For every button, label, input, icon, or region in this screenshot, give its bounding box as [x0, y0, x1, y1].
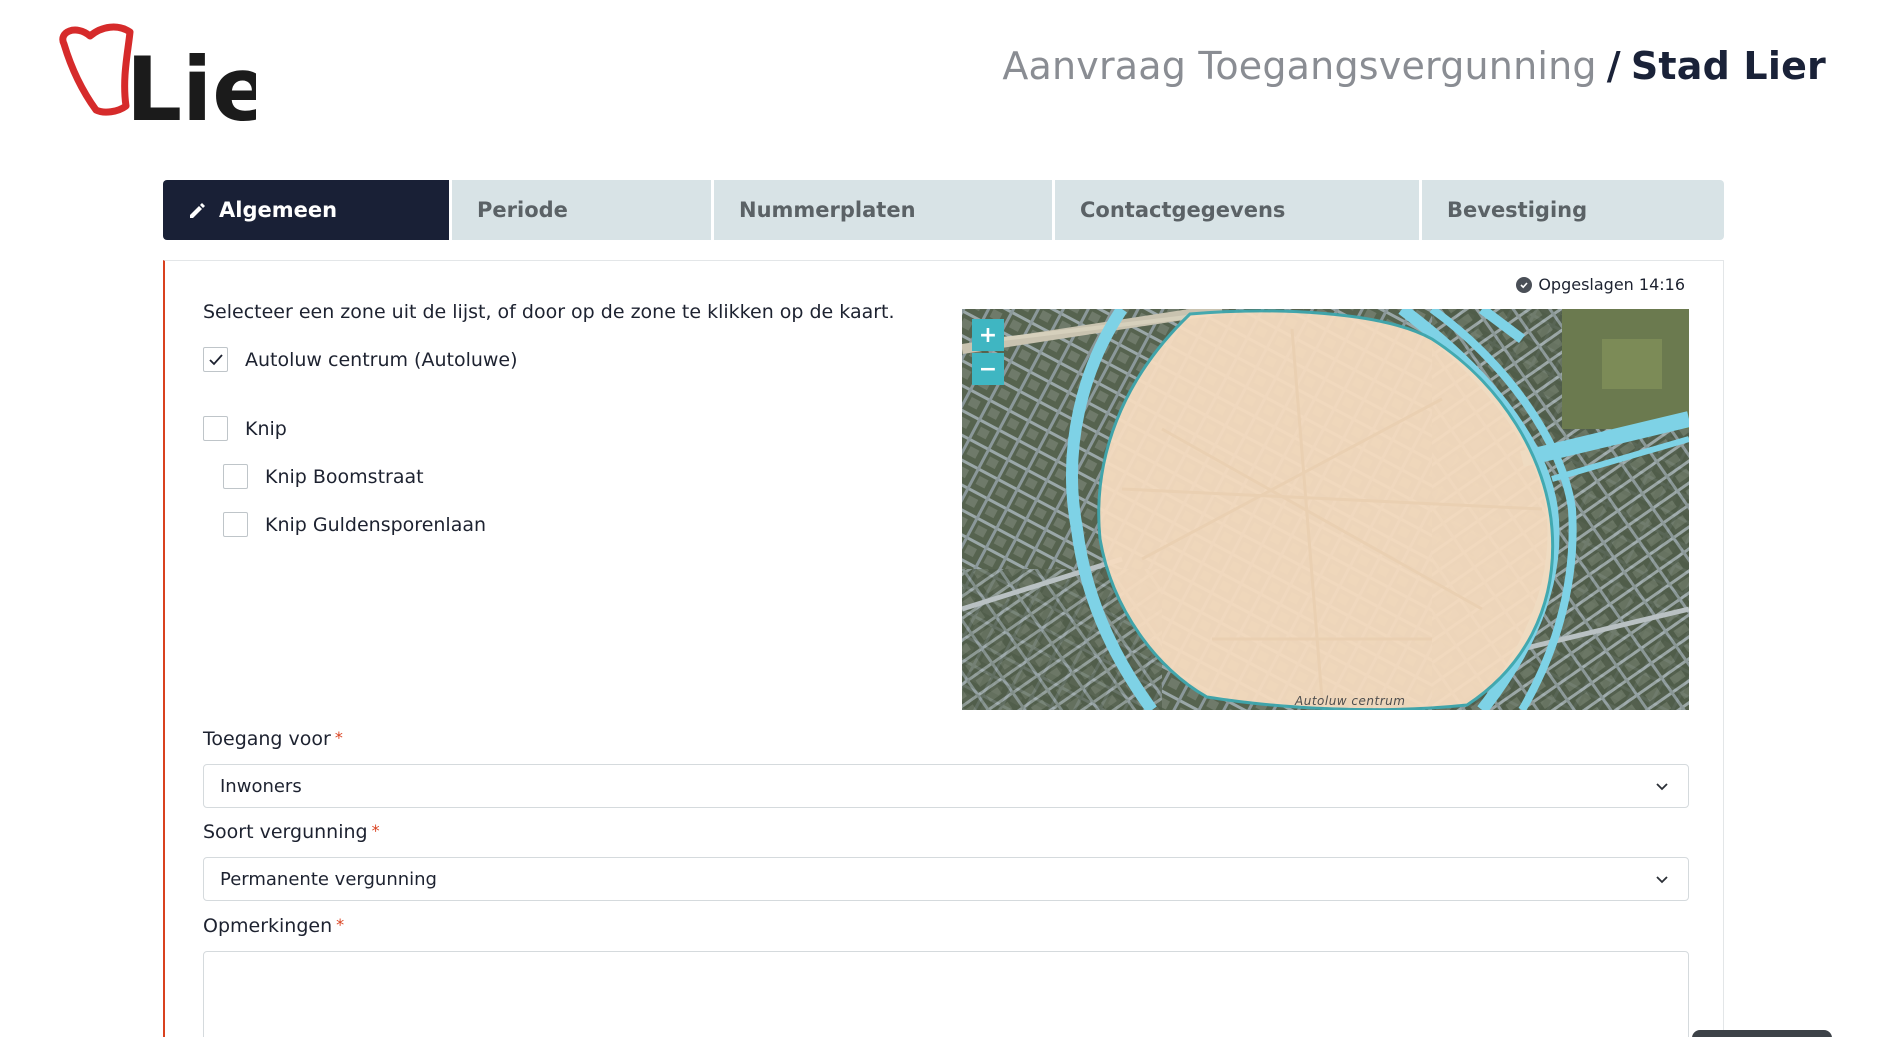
- form-card: Opgeslagen 14:16 Selecteer een zone uit …: [163, 260, 1724, 1037]
- checkbox-checked[interactable]: [203, 347, 228, 372]
- title-strong: Stad Lier: [1630, 44, 1826, 88]
- zone-intro: Selecteer een zone uit de lijst, of door…: [203, 301, 895, 323]
- required-mark: *: [336, 915, 345, 934]
- logo-text: Lier: [126, 38, 256, 128]
- zone-option-label: Autoluw centrum (Autoluwe): [245, 348, 518, 371]
- access-select[interactable]: Inwoners: [203, 764, 1689, 808]
- saved-text: Opgeslagen 14:16: [1538, 275, 1685, 294]
- tab-algemeen[interactable]: Algemeen: [163, 180, 449, 240]
- page: Lier Aanvraag Toegangsvergunning/Stad Li…: [0, 0, 1889, 1037]
- tab-periode[interactable]: Periode: [452, 180, 711, 240]
- floating-button-edge[interactable]: [1692, 1030, 1832, 1037]
- check-circle-icon: [1516, 276, 1533, 293]
- zoom-in-button[interactable]: +: [972, 319, 1004, 351]
- zoom-out-button[interactable]: −: [972, 353, 1004, 385]
- tab-label: Contactgegevens: [1080, 198, 1286, 222]
- checkmark-icon: [208, 353, 223, 365]
- checkbox[interactable]: [223, 464, 248, 489]
- map-canvas[interactable]: [962, 309, 1689, 710]
- lier-logo[interactable]: Lier: [56, 22, 316, 141]
- remarks-label: Opmerkingen *: [203, 915, 344, 937]
- tab-label: Bevestiging: [1447, 198, 1588, 222]
- access-label: Toegang voor *: [203, 728, 343, 750]
- zone-option-knip[interactable]: Knip: [203, 416, 287, 441]
- saved-status: Opgeslagen 14:16: [1516, 275, 1685, 294]
- checkbox[interactable]: [203, 416, 228, 441]
- permit-select[interactable]: Permanente vergunning: [203, 857, 1689, 901]
- remarks-textarea[interactable]: [203, 951, 1689, 1037]
- access-select-value: Inwoners: [220, 775, 302, 797]
- title-light: Aanvraag Toegangsvergunning: [1002, 44, 1597, 88]
- tab-contactgegevens[interactable]: Contactgegevens: [1055, 180, 1419, 240]
- remarks-label-text: Opmerkingen: [203, 915, 333, 937]
- permit-label: Soort vergunning *: [203, 821, 380, 843]
- chevron-down-icon: [1656, 876, 1668, 884]
- pencil-icon: [190, 203, 205, 218]
- checkbox[interactable]: [223, 512, 248, 537]
- zone-option-label: Knip Boomstraat: [265, 465, 424, 488]
- zone-option-knip-boomstraat[interactable]: Knip Boomstraat: [223, 464, 424, 489]
- tab-label: Nummerplaten: [739, 198, 916, 222]
- required-mark: *: [371, 821, 380, 840]
- zone-option-knip-guldensporenlaan[interactable]: Knip Guldensporenlaan: [223, 512, 486, 537]
- tab-bevestiging[interactable]: Bevestiging: [1422, 180, 1724, 240]
- zone-map[interactable]: + − Autoluw centrum: [962, 309, 1689, 710]
- page-title: Aanvraag Toegangsvergunning / Stad Lier: [1002, 44, 1826, 88]
- map-zone-label[interactable]: Autoluw centrum: [1295, 694, 1405, 708]
- required-mark: *: [334, 728, 343, 747]
- zone-option-label: Knip: [245, 417, 287, 440]
- title-separator: /: [1606, 44, 1621, 88]
- wizard-tabs: Algemeen Periode Nummerplaten Contactgeg…: [163, 180, 1724, 240]
- access-label-text: Toegang voor: [203, 728, 331, 750]
- permit-label-text: Soort vergunning: [203, 821, 368, 843]
- zone-option-label: Knip Guldensporenlaan: [265, 513, 487, 536]
- zone-option-autoluw[interactable]: Autoluw centrum (Autoluwe): [203, 347, 518, 372]
- tab-label: Algemeen: [219, 198, 338, 222]
- tab-nummerplaten[interactable]: Nummerplaten: [714, 180, 1052, 240]
- chevron-down-icon: [1656, 783, 1668, 791]
- map-zoom-controls: + −: [972, 319, 1004, 385]
- tab-label: Periode: [477, 198, 568, 222]
- permit-select-value: Permanente vergunning: [220, 868, 437, 890]
